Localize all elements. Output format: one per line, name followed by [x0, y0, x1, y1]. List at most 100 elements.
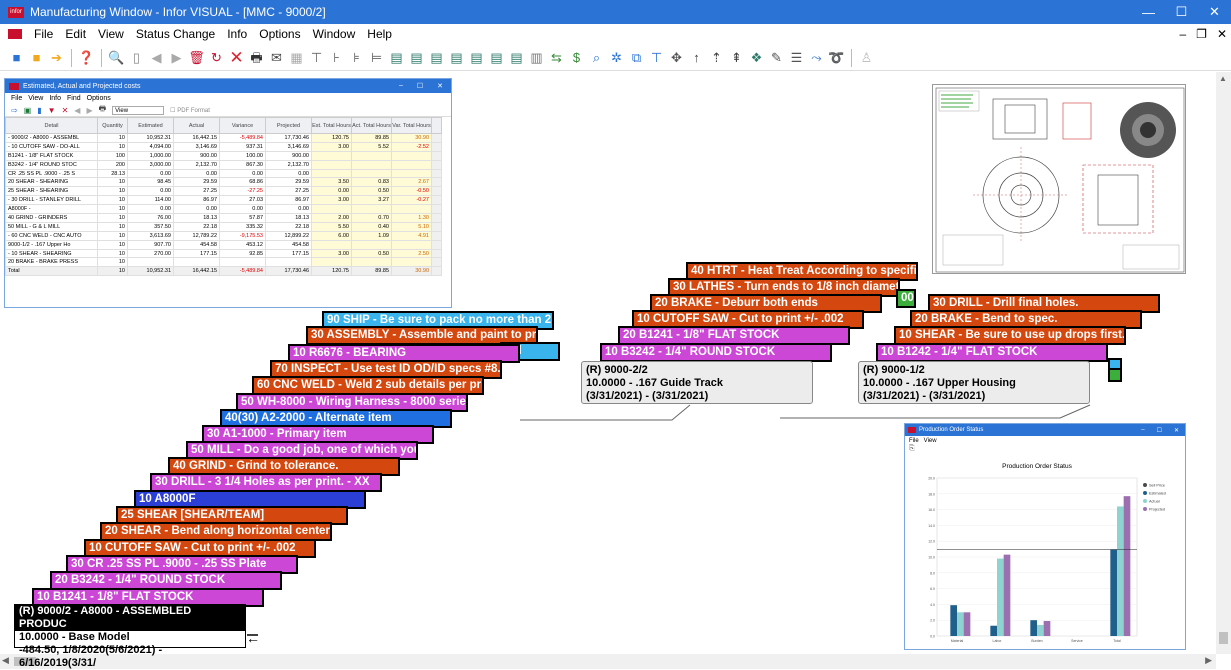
mdi-close-button[interactable]: ✕	[1217, 27, 1227, 41]
cw-maximize-button[interactable]: ☐	[417, 82, 423, 90]
tree2-icon[interactable]: ⊦	[328, 49, 345, 66]
pw-minimize-button[interactable]: –	[1141, 427, 1144, 434]
report4-icon[interactable]: ▤	[448, 49, 465, 66]
table-row[interactable]: - 30 DRILL - STANLEY DRILL 10 114.00 86.97 2…	[5, 195, 442, 206]
settings-icon[interactable]: ✲	[608, 49, 625, 66]
column-header[interactable]: Quantity	[97, 117, 128, 134]
table-row[interactable]: A8000F -10 0.00 0.00 0.00 0.00	[5, 204, 442, 215]
bar-chart-icon[interactable]: ▮	[37, 106, 41, 115]
open-icon[interactable]: ■	[28, 49, 45, 66]
table-row[interactable]: - 60 CNC WELD - CNC AUTO 10 3,613.69 12,789…	[5, 230, 442, 241]
menu-view[interactable]: View	[92, 27, 130, 41]
menu-info[interactable]: Info	[221, 27, 253, 41]
cw-close-button[interactable]: ✕	[437, 82, 443, 90]
table-row[interactable]: 40 GRIND - GRINDERS 10 76.00 18.13 57.87 18.1…	[5, 213, 442, 223]
clear-filter-icon[interactable]: ✕	[62, 106, 69, 115]
tree3-icon[interactable]: ⊧	[348, 49, 365, 66]
column-header[interactable]: Variance	[219, 117, 266, 134]
filter-icon[interactable]: ⊤	[648, 49, 665, 66]
table-row[interactable]: 50 MILL - G & L MILL 10 357.50 22.18 335.32 2…	[5, 221, 442, 232]
maximize-button[interactable]: ☐	[1165, 0, 1198, 24]
pdf-checkbox[interactable]: ☐ PDF Format	[170, 107, 210, 114]
person-icon[interactable]: ♙	[858, 49, 875, 66]
pen-icon[interactable]: ⤳	[808, 49, 825, 66]
exit-icon[interactable]: ⇨	[11, 106, 18, 115]
chart2-icon[interactable]: ☰	[788, 49, 805, 66]
chart-icon[interactable]: ⇞	[728, 49, 745, 66]
cw-menu-file[interactable]: File	[11, 95, 22, 102]
table-row[interactable]: - 10 CUTOFF SAW - DO-ALL 10 4,094.00 3,146.…	[5, 141, 442, 152]
report7-icon[interactable]: ▤	[508, 49, 525, 66]
delete-icon[interactable]: 🗑	[188, 49, 205, 66]
menu-options[interactable]: Options	[253, 27, 306, 41]
excel-icon[interactable]: ▣	[24, 106, 32, 115]
preview-icon[interactable]: ⌕	[588, 49, 605, 66]
cw-menu-find[interactable]: Find	[67, 95, 81, 102]
menu-status-change[interactable]: Status Change	[130, 27, 221, 41]
move-icon[interactable]: ✥	[668, 49, 685, 66]
guide-track-operation-card[interactable]: 00	[896, 289, 916, 308]
tree-icon[interactable]: ⊤	[308, 49, 325, 66]
pw-menu-view[interactable]: View	[924, 438, 937, 444]
menu-file[interactable]: File	[28, 27, 59, 41]
page-icon[interactable]: ▯	[128, 49, 145, 66]
upper-housing-box[interactable]: (R) 9000-1/2 10.0000 - .167 Upper Housin…	[858, 361, 1090, 404]
upper-housing-operation-card[interactable]: 10 B1242 - 1/4" FLAT STOCK	[876, 343, 1108, 362]
print-icon[interactable]: 🖶	[248, 49, 265, 66]
view-select[interactable]: View	[112, 105, 165, 115]
pw-close-button[interactable]: ✕	[1174, 427, 1179, 434]
grid-icon[interactable]: ▦	[288, 49, 305, 66]
up-icon[interactable]: ↑	[688, 49, 705, 66]
cw-menu-options[interactable]: Options	[87, 95, 111, 102]
base-order-box[interactable]: (R) 9000/2 - A8000 - ASSEMBLED PRODUC 10…	[14, 604, 246, 669]
pw-maximize-button[interactable]: ☐	[1157, 427, 1162, 434]
window-icon[interactable]: ⧉	[628, 49, 645, 66]
column-header[interactable]: Projected	[265, 117, 312, 134]
mail-icon[interactable]: ✉	[268, 49, 285, 66]
report5-icon[interactable]: ▤	[468, 49, 485, 66]
table-row[interactable]: 20 BRAKE - BRAKE PRESS 10	[5, 257, 442, 268]
mdi-restore-button[interactable]: ❐	[1196, 27, 1207, 41]
next-icon[interactable]: ▶	[168, 49, 185, 66]
report2-icon[interactable]: ▤	[408, 49, 425, 66]
dollar-icon[interactable]: $	[568, 49, 585, 66]
list-icon[interactable]: ✎	[768, 49, 785, 66]
table-row[interactable]: - 9000/2 - A8000 - ASSEMBL 10 10,952.31 16,…	[5, 133, 442, 143]
pw-menu-file[interactable]: File	[909, 438, 919, 444]
forward-icon[interactable]: ▶	[86, 106, 92, 115]
menu-help[interactable]: Help	[361, 27, 398, 41]
cw-menu-info[interactable]: Info	[49, 95, 61, 102]
report1-icon[interactable]: ▤	[388, 49, 405, 66]
filter-icon[interactable]: ▼	[48, 106, 56, 115]
column-header[interactable]: Estimated	[127, 117, 174, 134]
column-header[interactable]: Var. Total Hours	[391, 117, 432, 134]
column-header[interactable]: Act. Total Hours	[351, 117, 392, 134]
help-icon[interactable]: ❓	[78, 49, 95, 66]
cw-menu-view[interactable]: View	[28, 95, 43, 102]
export-icon[interactable]: ➔	[48, 49, 65, 66]
up2-icon[interactable]: ⇡	[708, 49, 725, 66]
cancel-icon[interactable]: ✕	[228, 49, 245, 66]
minimize-button[interactable]: —	[1132, 0, 1165, 24]
cw-minimize-button[interactable]: –	[399, 82, 403, 90]
table-row[interactable]: B3242 - 1/4" ROUND STOC 200 3,000.00 2,132.…	[5, 159, 442, 170]
report6-icon[interactable]: ▤	[488, 49, 505, 66]
table-row[interactable]: 20 SHEAR - SHEARING 10 98.45 29.59 68.86 29.5…	[5, 177, 442, 188]
menu-window[interactable]: Window	[307, 27, 362, 41]
table-row[interactable]: 9000-1/2 - .167 Upper Ho 10 907.70 454.58 45…	[5, 239, 442, 250]
refresh-icon[interactable]: ↻	[208, 49, 225, 66]
link-icon[interactable]: ⇆	[548, 49, 565, 66]
tag-icon[interactable]: ❖	[748, 49, 765, 66]
table-icon[interactable]: ▥	[528, 49, 545, 66]
guide-track-box[interactable]: (R) 9000-2/2 10.0000 - .167 Guide Track …	[581, 361, 813, 404]
copy-icon[interactable]: ⎘	[909, 445, 915, 452]
print-icon[interactable]: 🖶	[99, 103, 107, 117]
total-row[interactable]: Total 10 10,952.31 16,442.15 -5,489.84 17,730…	[5, 266, 442, 277]
mdi-minimize-button[interactable]: –	[1179, 27, 1186, 41]
node-icon[interactable]: ⊨	[368, 49, 385, 66]
vertical-scrollbar[interactable]: ▲	[1216, 72, 1231, 654]
table-row[interactable]: - 10 SHEAR - SHEARING 10 270.00 177.15 92.85…	[5, 248, 442, 259]
guide-track-operation-card[interactable]: 10 B3242 - 1/4" ROUND STOCK	[600, 343, 832, 362]
table-row[interactable]: CR .25 SS PL .9000 - .25 S 28.13 0.00 0.00 0…	[5, 168, 442, 179]
new-icon[interactable]: ■	[8, 49, 25, 66]
